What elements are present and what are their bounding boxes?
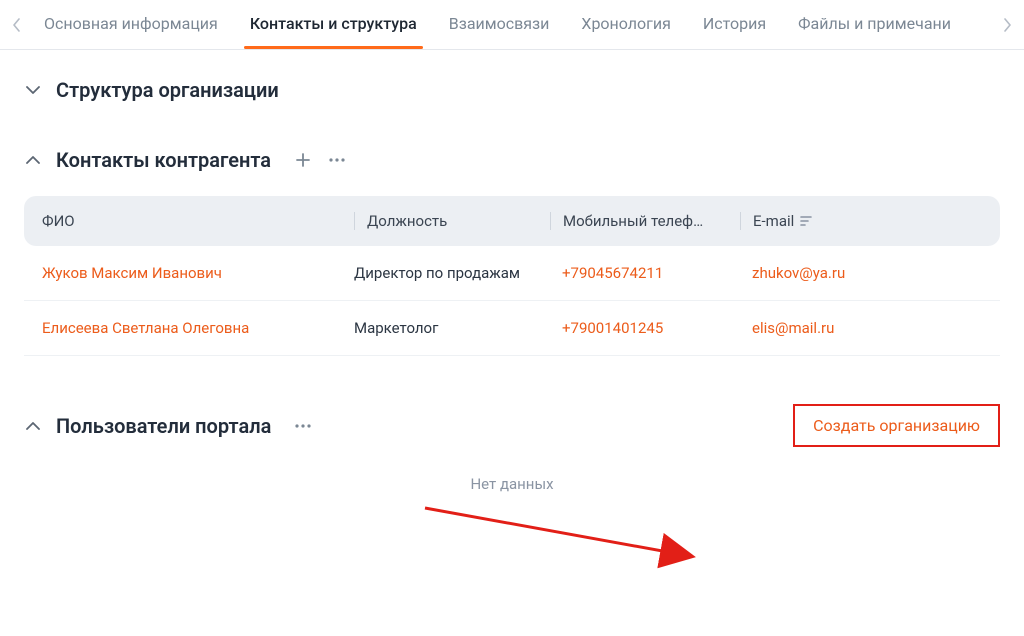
- table-row[interactable]: Жуков Максим Иванович Директор по продаж…: [24, 246, 1000, 301]
- create-organization-button[interactable]: Создать организацию: [793, 404, 1000, 447]
- th-email[interactable]: E-mail: [740, 212, 982, 230]
- contacts-table-body: Жуков Максим Иванович Директор по продаж…: [24, 246, 1000, 356]
- tab-relations[interactable]: Взаимосвязи: [433, 0, 566, 49]
- more-actions-button[interactable]: [327, 150, 347, 170]
- th-fio[interactable]: ФИО: [42, 212, 354, 230]
- tab-main-info[interactable]: Основная информация: [28, 0, 234, 49]
- tabs-scroll-right[interactable]: [996, 0, 1018, 49]
- th-position-label: Должность: [367, 212, 447, 230]
- chevron-up-icon[interactable]: [24, 151, 42, 169]
- th-phone-label: Мобильный телеф…: [563, 212, 703, 230]
- tabs-bar: Основная информация Контакты и структура…: [0, 0, 1024, 50]
- th-fio-label: ФИО: [42, 212, 75, 230]
- section-portal-users: Пользователи портала Создать организацию: [0, 356, 1024, 447]
- section-title-org-structure: Структура организации: [56, 78, 279, 102]
- table-row[interactable]: Елисеева Светлана Олеговна Маркетолог +7…: [24, 301, 1000, 356]
- more-actions-button[interactable]: [293, 416, 313, 436]
- tab-history[interactable]: История: [687, 0, 782, 49]
- tab-files-notes[interactable]: Файлы и примечани: [782, 0, 967, 49]
- chevron-down-icon[interactable]: [24, 81, 42, 99]
- tab-contacts-structure[interactable]: Контакты и структура: [234, 0, 433, 49]
- section-org-structure: Структура организации: [0, 50, 1024, 102]
- section-title-contacts: Контакты контрагента: [56, 148, 271, 172]
- add-contact-button[interactable]: [293, 150, 313, 170]
- sort-icon: [800, 216, 812, 226]
- tab-timeline[interactable]: Хронология: [565, 0, 686, 49]
- contacts-table: ФИО Должность Мобильный телеф… E-mail Жу…: [24, 196, 1000, 356]
- cell-phone[interactable]: +79045674211: [550, 264, 740, 282]
- cell-phone[interactable]: +79001401245: [550, 319, 740, 337]
- section-contacts: Контакты контрагента ФИО Должность Мобил…: [0, 102, 1024, 356]
- th-email-label: E-mail: [753, 212, 794, 230]
- cell-position: Маркетолог: [354, 319, 550, 337]
- annotation-arrow: [420, 500, 720, 580]
- chevron-up-icon[interactable]: [24, 417, 42, 435]
- cell-fio[interactable]: Жуков Максим Иванович: [42, 264, 354, 282]
- section-title-portal-users: Пользователи портала: [56, 414, 271, 438]
- cell-email[interactable]: zhukov@ya.ru: [740, 264, 982, 282]
- cell-email[interactable]: elis@mail.ru: [740, 319, 982, 337]
- th-position[interactable]: Должность: [354, 212, 550, 230]
- cell-position: Директор по продажам: [354, 264, 550, 282]
- th-phone[interactable]: Мобильный телеф…: [550, 212, 740, 230]
- tabs-list: Основная информация Контакты и структура…: [28, 0, 996, 49]
- tabs-scroll-left[interactable]: [6, 0, 28, 49]
- cell-fio[interactable]: Елисеева Светлана Олеговна: [42, 319, 354, 337]
- portal-users-empty: Нет данных: [0, 475, 1024, 493]
- contacts-table-head: ФИО Должность Мобильный телеф… E-mail: [24, 196, 1000, 246]
